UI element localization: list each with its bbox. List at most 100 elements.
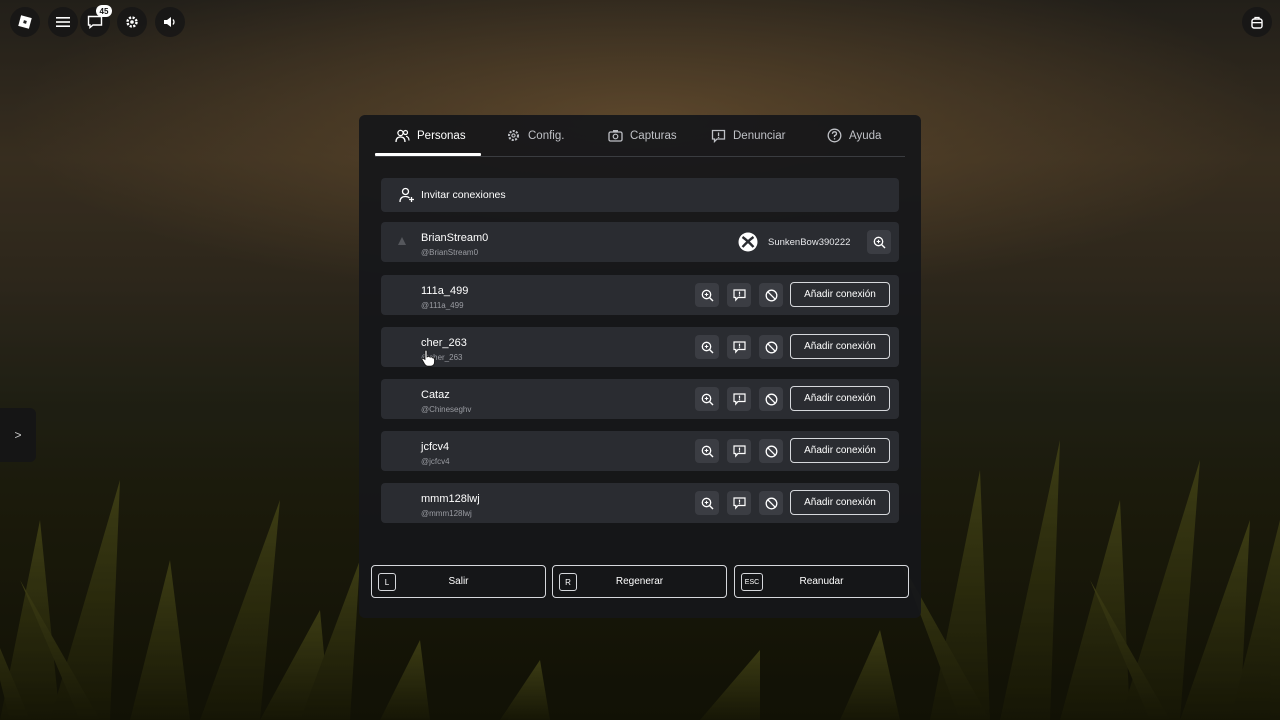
inspect-button[interactable] bbox=[695, 439, 719, 463]
menu-button[interactable] bbox=[48, 7, 78, 37]
zoom-icon bbox=[873, 236, 886, 249]
player-name: BrianStream0 bbox=[421, 232, 489, 244]
tab-label: Personas bbox=[417, 129, 466, 142]
report-icon bbox=[732, 392, 746, 406]
speaker-icon bbox=[162, 15, 178, 29]
tab-denunciar[interactable]: Denunciar bbox=[711, 115, 785, 156]
block-button[interactable] bbox=[759, 335, 783, 359]
inspect-button[interactable] bbox=[695, 491, 719, 515]
inspect-button[interactable] bbox=[695, 387, 719, 411]
block-icon bbox=[765, 393, 778, 406]
menu-panel: Personas Config. Capturas Denunciar Ayud… bbox=[359, 115, 921, 618]
inspect-button[interactable] bbox=[867, 230, 891, 254]
player-row: Cataz @Chineseghv Añadir conexión bbox=[381, 379, 899, 419]
player-name: 111a_499 bbox=[421, 285, 469, 297]
avatar bbox=[396, 235, 408, 247]
gear-icon bbox=[506, 128, 521, 143]
camera-icon bbox=[608, 129, 623, 142]
player-handle: @mmm128lwj bbox=[421, 509, 472, 518]
tab-config[interactable]: Config. bbox=[506, 115, 564, 156]
player-handle: @BrianStream0 bbox=[421, 248, 479, 257]
block-icon bbox=[765, 289, 778, 302]
settings-button[interactable] bbox=[117, 7, 147, 37]
player-name: jcfcv4 bbox=[421, 441, 450, 453]
invite-label: Invitar conexiones bbox=[421, 189, 506, 201]
tab-label: Ayuda bbox=[849, 129, 882, 142]
menu-icon bbox=[55, 15, 71, 29]
add-connection-button[interactable]: Añadir conexión bbox=[790, 334, 890, 359]
leave-button[interactable]: L Salir bbox=[371, 565, 546, 598]
block-button[interactable] bbox=[759, 387, 783, 411]
button-label: Regenerar bbox=[615, 576, 664, 587]
block-icon bbox=[765, 445, 778, 458]
hand-cursor-icon bbox=[421, 349, 435, 367]
player-handle: @Chineseghv bbox=[421, 405, 472, 414]
add-connection-button[interactable]: Añadir conexión bbox=[790, 282, 890, 307]
add-connection-button[interactable]: Añadir conexión bbox=[790, 438, 890, 463]
report-icon bbox=[732, 288, 746, 302]
add-person-icon bbox=[399, 187, 415, 203]
block-button[interactable] bbox=[759, 439, 783, 463]
button-label: Reanudar bbox=[799, 576, 844, 587]
player-handle: @111a_499 bbox=[421, 301, 464, 310]
report-button[interactable] bbox=[727, 335, 751, 359]
roblox-logo-button[interactable] bbox=[10, 7, 40, 37]
report-button[interactable] bbox=[727, 283, 751, 307]
backpack-icon bbox=[1249, 14, 1265, 30]
chat-badge: 45 bbox=[96, 5, 112, 17]
respawn-button[interactable]: R Regenerar bbox=[552, 565, 727, 598]
backpack-button[interactable] bbox=[1242, 7, 1272, 37]
tab-personas[interactable]: Personas bbox=[395, 115, 466, 156]
inspect-button[interactable] bbox=[695, 335, 719, 359]
add-connection-button[interactable]: Añadir conexión bbox=[790, 490, 890, 515]
zoom-icon bbox=[701, 497, 714, 510]
zoom-icon bbox=[701, 393, 714, 406]
invite-connections-button[interactable]: Invitar conexiones bbox=[381, 178, 899, 212]
xbox-icon bbox=[738, 232, 758, 252]
player-row: mmm128lwj @mmm128lwj Añadir conexión bbox=[381, 483, 899, 523]
report-icon bbox=[732, 496, 746, 510]
report-button[interactable] bbox=[727, 439, 751, 463]
block-icon bbox=[765, 497, 778, 510]
top-bar: 45 bbox=[0, 0, 1280, 44]
player-row: cher_263 @cher_263 Añadir conexión bbox=[381, 327, 899, 367]
player-name: mmm128lwj bbox=[421, 493, 480, 505]
report-icon bbox=[732, 340, 746, 354]
player-name: cher_263 bbox=[421, 337, 467, 349]
chat-icon bbox=[87, 15, 103, 29]
block-icon bbox=[765, 341, 778, 354]
player-row: jcfcv4 @jcfcv4 Añadir conexión bbox=[381, 431, 899, 471]
self-player-row: BrianStream0 @BrianStream0 SunkenBow3902… bbox=[381, 222, 899, 262]
side-tab-label: > bbox=[14, 428, 22, 442]
roblox-logo-icon bbox=[17, 14, 33, 30]
player-name: Cataz bbox=[421, 389, 450, 401]
player-handle: @jcfcv4 bbox=[421, 457, 450, 466]
inspect-button[interactable] bbox=[695, 283, 719, 307]
tab-label: Capturas bbox=[630, 129, 677, 142]
tab-ayuda[interactable]: Ayuda bbox=[827, 115, 881, 156]
zoom-icon bbox=[701, 289, 714, 302]
block-button[interactable] bbox=[759, 283, 783, 307]
chat-button[interactable]: 45 bbox=[80, 5, 112, 37]
volume-button[interactable] bbox=[155, 7, 185, 37]
tab-label: Denunciar bbox=[733, 129, 786, 142]
zoom-icon bbox=[701, 341, 714, 354]
resume-button[interactable]: ESC Reanudar bbox=[734, 565, 909, 598]
gear-icon bbox=[124, 14, 140, 30]
tab-label: Config. bbox=[528, 129, 565, 142]
block-button[interactable] bbox=[759, 491, 783, 515]
xbox-gamertag: SunkenBow390222 bbox=[768, 237, 851, 248]
tab-capturas[interactable]: Capturas bbox=[608, 115, 677, 156]
zoom-icon bbox=[701, 445, 714, 458]
side-expand-tab[interactable]: > bbox=[0, 408, 36, 462]
player-row: 111a_499 @111a_499 Añadir conexión bbox=[381, 275, 899, 315]
active-tab-indicator bbox=[375, 153, 481, 156]
flag-report-icon bbox=[711, 129, 726, 143]
report-button[interactable] bbox=[727, 387, 751, 411]
add-connection-button[interactable]: Añadir conexión bbox=[790, 386, 890, 411]
help-icon bbox=[827, 128, 842, 143]
report-icon bbox=[732, 444, 746, 458]
button-label: Salir bbox=[448, 576, 469, 587]
tab-bar: Personas Config. Capturas Denunciar Ayud… bbox=[375, 115, 905, 157]
report-button[interactable] bbox=[727, 491, 751, 515]
